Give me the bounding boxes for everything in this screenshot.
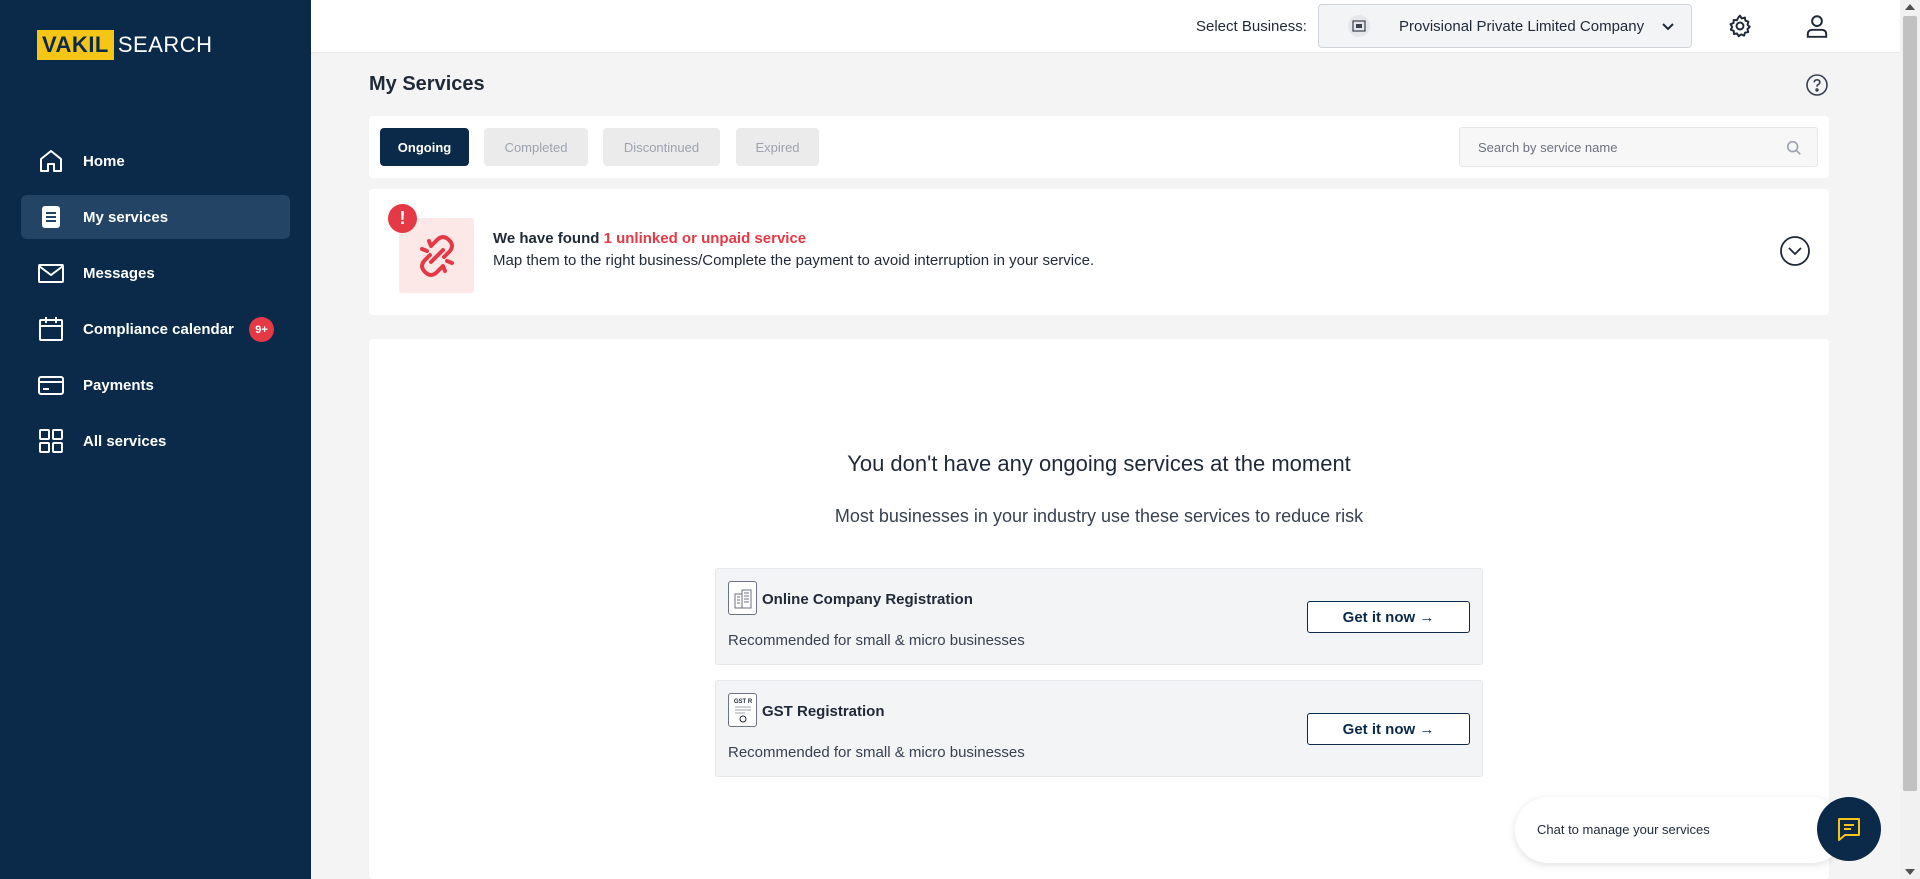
document-icon <box>37 203 65 231</box>
sidebar-item-compliance-calendar[interactable]: Compliance calendar 9+ <box>21 307 290 351</box>
top-header: Select Business: Provisional Private Lim… <box>311 0 1900 53</box>
service-description: Recommended for small & micro businesses <box>728 632 1025 649</box>
help-icon[interactable] <box>1805 73 1829 97</box>
calendar-icon <box>37 315 65 343</box>
get-it-now-button[interactable]: Get it now → <box>1307 713 1470 745</box>
service-tabs-bar: Ongoing Completed Discontinued Expired <box>369 116 1829 178</box>
page-title: My Services <box>369 73 485 95</box>
sidebar-item-messages[interactable]: Messages <box>21 251 290 295</box>
service-name: GST Registration <box>762 703 885 720</box>
chat-button[interactable] <box>1817 797 1881 861</box>
logo-box: VAKIL <box>37 30 114 60</box>
search-input[interactable] <box>1478 139 1768 155</box>
service-description: Recommended for small & micro businesses <box>728 744 1025 761</box>
tab-expired[interactable]: Expired <box>736 128 819 166</box>
home-icon <box>37 147 65 175</box>
chevron-down-icon <box>1662 23 1674 31</box>
search-box <box>1459 127 1818 167</box>
scroll-thumb[interactable] <box>1903 16 1917 791</box>
sidebar-nav: Home My services Messages Compliance cal… <box>21 139 290 475</box>
sidebar-item-label: Payments <box>83 376 154 394</box>
sidebar-item-payments[interactable]: Payments <box>21 363 290 407</box>
tab-ongoing[interactable]: Ongoing <box>380 128 469 166</box>
sidebar-item-label: My services <box>83 208 169 226</box>
notification-badge: 9+ <box>249 317 274 342</box>
chat-icon <box>1838 818 1860 841</box>
user-icon[interactable] <box>1802 11 1832 41</box>
alert-highlight: 1 unlinked or unpaid service <box>603 230 807 247</box>
alert-message: Map them to the right business/Complete … <box>493 252 1095 269</box>
sidebar-item-label: All services <box>83 432 167 450</box>
business-name: Provisional Private Limited Company <box>1399 17 1645 35</box>
sidebar-item-label: Compliance calendar <box>83 320 234 338</box>
sidebar: VAKIL SEARCH Home My services Messages C… <box>0 0 311 879</box>
logo-text: SEARCH <box>117 32 213 57</box>
credit-card-icon <box>37 371 65 399</box>
sidebar-item-home[interactable]: Home <box>21 139 290 183</box>
sidebar-item-label: Messages <box>83 264 155 282</box>
alert-badge: ! <box>388 204 417 233</box>
grid-icon <box>37 427 65 455</box>
scroll-down-arrow[interactable] <box>1905 869 1915 875</box>
vakilsearch-logo[interactable]: VAKIL SEARCH <box>37 30 213 60</box>
tab-completed[interactable]: Completed <box>484 128 588 166</box>
page-scrollbar[interactable] <box>1900 0 1920 879</box>
mail-icon <box>37 259 65 287</box>
get-it-now-button[interactable]: Get it now → <box>1307 601 1470 633</box>
building-icon <box>728 581 757 615</box>
chat-label: Chat to manage your services <box>1537 822 1710 837</box>
business-icon <box>1348 15 1370 37</box>
alert-headline: We have found 1 unlinked or unpaid servi… <box>493 230 806 247</box>
tab-discontinued[interactable]: Discontinued <box>603 128 720 166</box>
sidebar-item-all-services[interactable]: All services <box>21 419 290 463</box>
empty-state-title: You don't have any ongoing services at t… <box>847 451 1351 476</box>
select-business-label: Select Business: <box>1196 18 1307 35</box>
service-name: Online Company Registration <box>762 591 973 608</box>
sidebar-item-my-services[interactable]: My services <box>21 195 290 239</box>
search-icon[interactable] <box>1785 139 1803 157</box>
service-card-gst-registration: GST R GST Registration Recommended for s… <box>715 680 1483 777</box>
expand-chevron-icon[interactable] <box>1779 235 1811 267</box>
gst-icon-text: GST R <box>733 699 752 705</box>
chat-prompt[interactable]: Chat to manage your services <box>1515 797 1845 863</box>
gst-certificate-icon: GST R <box>728 693 757 727</box>
unlinked-service-alert: ! We have found 1 unlinked or unpaid ser… <box>369 189 1829 315</box>
business-select[interactable]: Provisional Private Limited Company <box>1318 4 1692 48</box>
sidebar-item-label: Home <box>83 152 125 170</box>
alert-lead: We have found <box>493 230 600 247</box>
empty-state-subtitle: Most businesses in your industry use the… <box>834 506 1364 526</box>
gear-icon[interactable] <box>1725 11 1755 41</box>
service-card-online-company-registration: Online Company Registration Recommended … <box>715 568 1483 665</box>
scroll-up-arrow[interactable] <box>1905 4 1915 10</box>
